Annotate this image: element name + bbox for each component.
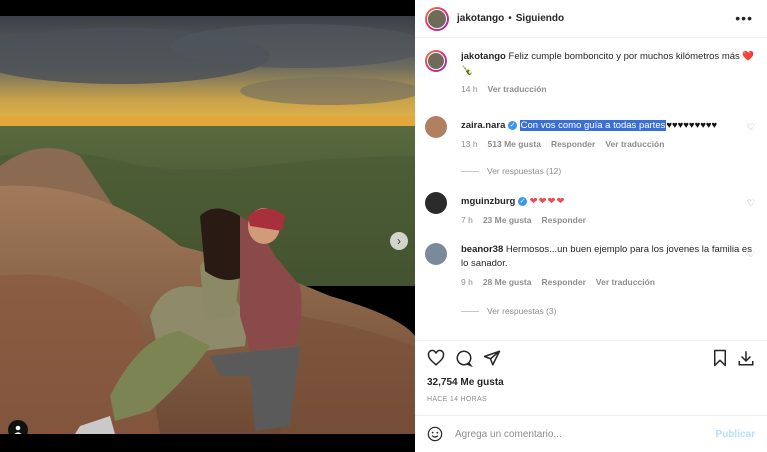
caption-time: 14 h <box>461 84 478 94</box>
comment-like-heart-icon[interactable]: ♡ <box>747 122 755 133</box>
comment-translate-link[interactable]: Ver traducción <box>605 139 664 149</box>
emoji-icon[interactable] <box>427 426 443 442</box>
comment-time: 13 h <box>461 139 478 149</box>
verified-badge-icon: ✓ <box>508 120 518 130</box>
bookmark-icon[interactable] <box>711 349 729 367</box>
comment-text: Hermosos...un buen ejemplo para los jove… <box>461 244 752 269</box>
header-separator: • <box>508 13 512 24</box>
comment-text-rest: ♥♥♥♥♥♥♥♥♥ <box>666 120 718 131</box>
likes-count[interactable]: 32,754 Me gusta <box>427 377 504 388</box>
download-icon[interactable] <box>737 349 755 367</box>
comment-icon[interactable] <box>455 349 473 367</box>
comment-meta: 7 h 23 Me gusta Responder <box>461 215 755 225</box>
comment-time: 9 h <box>461 277 473 287</box>
view-replies-link[interactable]: Ver respuestas (3) <box>461 306 556 316</box>
comment-text: ❤❤❤❤ <box>529 196 566 207</box>
author-avatar[interactable] <box>425 6 449 31</box>
post-timestamp: HACE 14 HORAS <box>427 396 487 403</box>
comment-likes[interactable]: 23 Me gusta <box>483 215 532 225</box>
comment-likes[interactable]: 28 Me gusta <box>483 277 532 287</box>
caption-username[interactable]: jakotango <box>461 51 506 62</box>
replies-divider <box>461 170 479 172</box>
post-photo[interactable]: › <box>0 16 415 434</box>
caption-translate-link[interactable]: Ver traducción <box>488 84 547 94</box>
caption-avatar[interactable] <box>425 50 447 72</box>
publish-button[interactable]: Publicar <box>716 429 755 440</box>
comment-text-block: zaira.nara ✓ Con vos como guía a todas p… <box>461 116 755 133</box>
comment-reply-link[interactable]: Responder <box>541 215 585 225</box>
heart-icon[interactable] <box>427 349 445 367</box>
replies-divider <box>461 310 479 312</box>
comment-username[interactable]: zaira.nara <box>461 120 505 131</box>
commenter-avatar[interactable] <box>425 116 447 138</box>
comment-likes[interactable]: 513 Me gusta <box>488 139 541 149</box>
comment-text-selected: Con vos como guía a todas partes <box>519 120 667 131</box>
action-bar <box>415 340 767 374</box>
comment-meta: 13 h 513 Me gusta Responder Ver traducci… <box>461 139 755 149</box>
caption-text: Feliz cumple bomboncito y por muchos kil… <box>508 51 740 62</box>
next-photo-button[interactable]: › <box>390 232 408 250</box>
comment-like-heart-icon[interactable]: ♡ <box>747 249 755 260</box>
share-icon[interactable] <box>483 349 501 367</box>
post-sidebar: jakotango • Siguiendo ••• jakotango Feli… <box>415 0 767 452</box>
comment-item: zaira.nara ✓ Con vos como guía a todas p… <box>425 116 755 149</box>
post-header: jakotango • Siguiendo ••• <box>415 0 767 38</box>
comment-meta: 9 h 28 Me gusta Responder Ver traducción <box>461 277 755 287</box>
view-replies-label: Ver respuestas (12) <box>487 166 562 176</box>
commenter-avatar[interactable] <box>425 243 447 265</box>
caption: jakotango Feliz cumple bomboncito y por … <box>425 50 755 94</box>
comment-reply-link[interactable]: Responder <box>541 277 585 287</box>
user-tag-icon <box>14 425 22 434</box>
comment-text-block: beanor38 Hermosos...un buen ejemplo para… <box>461 243 755 271</box>
comment-time: 7 h <box>461 215 473 225</box>
comment-like-heart-icon[interactable]: ♡ <box>747 198 755 209</box>
comment-username[interactable]: mguinzburg <box>461 196 515 207</box>
landscape-couple-image <box>0 16 415 434</box>
author-username[interactable]: jakotango <box>457 13 504 24</box>
comment-username[interactable]: beanor38 <box>461 244 503 255</box>
follow-status-button[interactable]: Siguiendo <box>516 13 564 24</box>
comments-list[interactable]: jakotango Feliz cumple bomboncito y por … <box>415 40 767 340</box>
caption-text-block: jakotango Feliz cumple bomboncito y por … <box>461 50 755 78</box>
user-tag-button[interactable] <box>8 420 28 434</box>
commenter-avatar[interactable] <box>425 192 447 214</box>
instagram-post-modal: › jakotango • Siguiendo ••• jakotango Fe… <box>0 0 767 452</box>
view-replies-label: Ver respuestas (3) <box>487 306 557 316</box>
comment-item: beanor38 Hermosos...un buen ejemplo para… <box>425 243 755 287</box>
view-replies-link[interactable]: Ver respuestas (12) <box>461 166 561 176</box>
comment-text-block: mguinzburg ✓ ❤❤❤❤ <box>461 192 755 209</box>
verified-badge-icon: ✓ <box>518 196 527 206</box>
comment-reply-link[interactable]: Responder <box>551 139 595 149</box>
comment-composer: Publicar <box>415 415 767 452</box>
more-options-icon[interactable]: ••• <box>735 10 753 26</box>
comment-input[interactable] <box>455 428 695 440</box>
chevron-right-icon: › <box>397 234 401 248</box>
comment-item: mguinzburg ✓ ❤❤❤❤ 7 h 23 Me gusta Respon… <box>425 192 755 225</box>
caption-meta: 14 h Ver traducción <box>461 84 755 94</box>
comment-translate-link[interactable]: Ver traducción <box>596 277 655 287</box>
